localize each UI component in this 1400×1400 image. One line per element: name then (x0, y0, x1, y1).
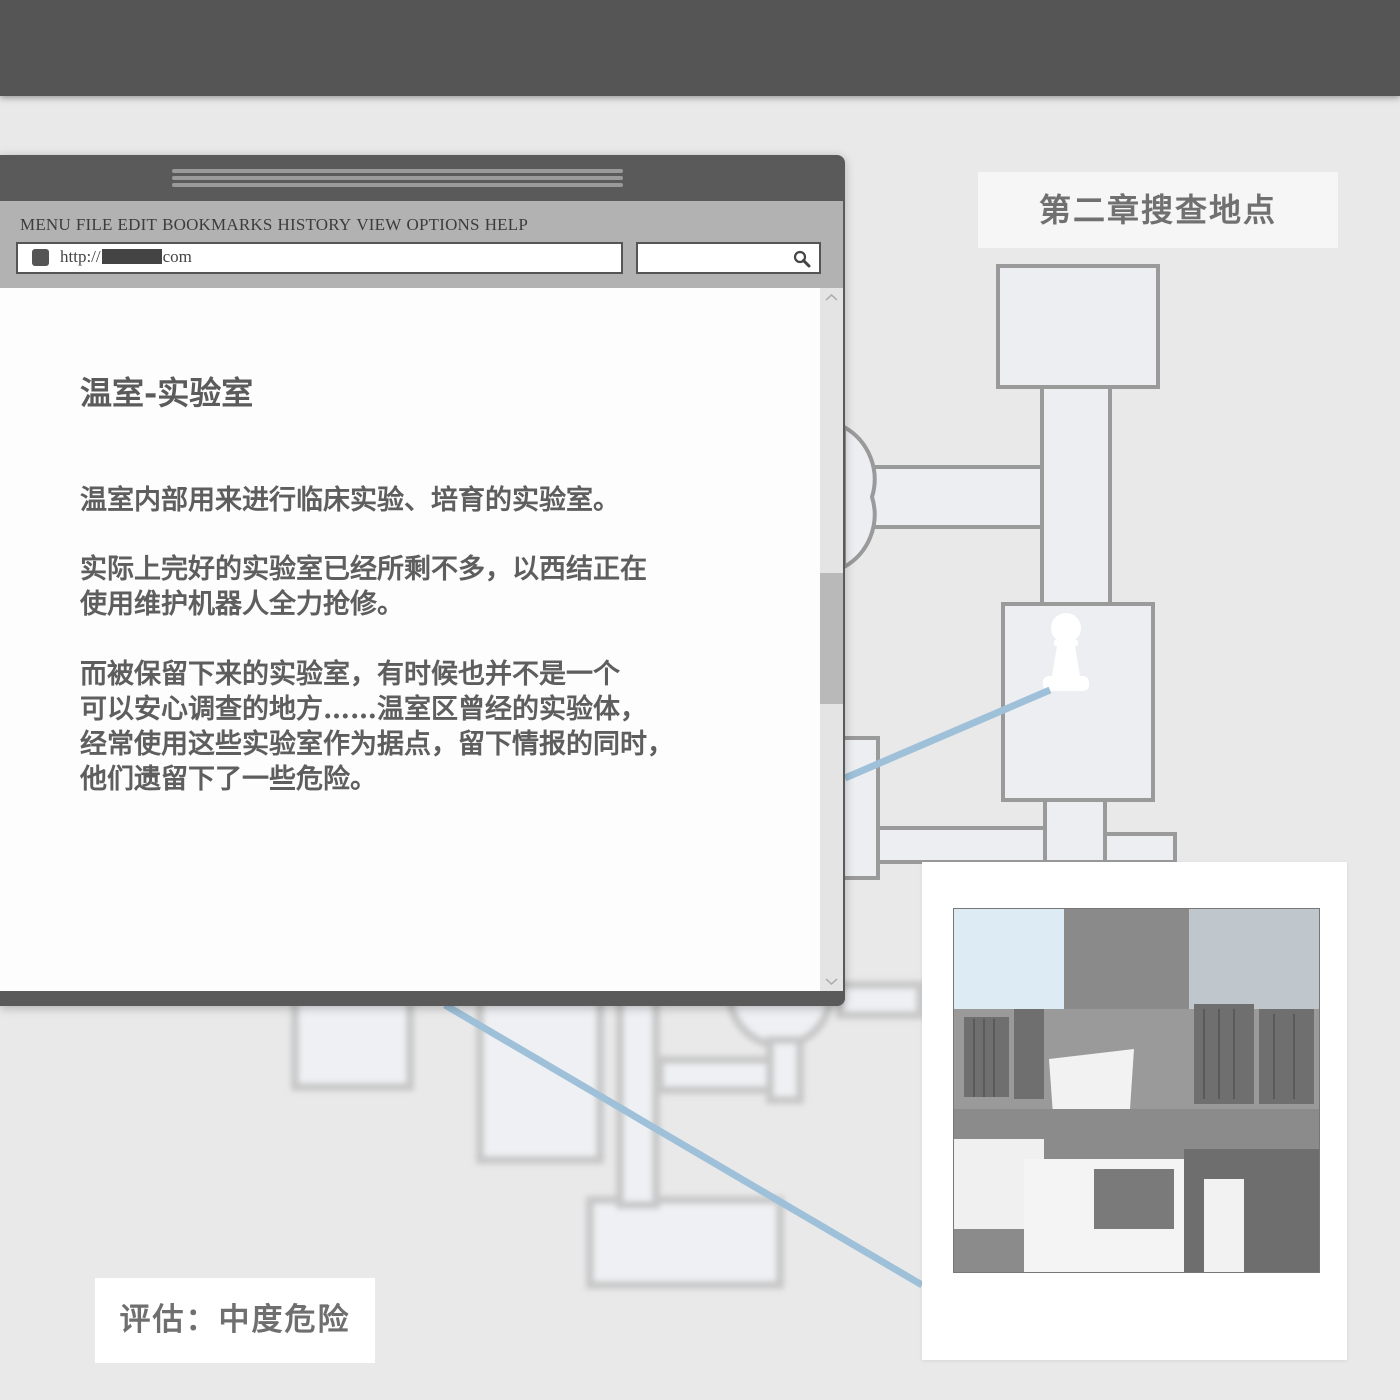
url-suffix: com (162, 247, 192, 266)
paragraph-line: 温室内部用来进行临床实验、培育的实验室。 (80, 485, 620, 516)
site-icon (32, 249, 49, 266)
scrollbar[interactable] (820, 288, 843, 991)
assessment-label: 评估：中度危险 (119, 1302, 351, 1338)
browser-window: MENU FILE EDIT BOOKMARKS HISTORY VIEW OPTIONS H… (0, 155, 845, 1006)
url-redaction (101, 249, 162, 264)
paragraph-line: 使用维护机器人全力抢修。 (80, 589, 404, 620)
paragraph: 温室内部用来进行临床实验、培育的实验室。 (80, 483, 620, 518)
address-bar[interactable]: http:// com (16, 242, 623, 274)
paragraph-line: 实际上完好的实验室已经所剩不多，以西结正在 (80, 554, 647, 585)
scroll-down-icon[interactable] (820, 971, 843, 991)
menu-item-bookmarks[interactable]: BOOKMARKS (162, 215, 272, 234)
menu-item-file[interactable]: FILE (76, 215, 113, 234)
assessment-card: 评估：中度危险 (95, 1278, 375, 1363)
url-text: http:// com (60, 247, 192, 267)
menu-item-help[interactable]: HELP (485, 215, 528, 234)
search-icon[interactable] (793, 250, 811, 268)
menu-item-view[interactable]: VIEW (356, 215, 401, 234)
map-rooms (841, 264, 1177, 880)
search-input[interactable] (636, 242, 821, 274)
map-rooms-blurred (291, 981, 924, 1289)
grip-line (172, 183, 623, 187)
title-bar[interactable] (0, 155, 845, 201)
paragraph: 实际上完好的实验室已经所剩不多，以西结正在 使用维护机器人全力抢修。 (80, 552, 647, 622)
scroll-thumb[interactable] (820, 573, 843, 704)
menu-item-menu[interactable]: MENU (20, 215, 71, 234)
page-content: 温室-实验室 温室内部用来进行临床实验、培育的实验室。 实际上完好的实验室已经所… (0, 288, 820, 991)
page-title: 温室-实验室 (80, 374, 254, 412)
chapter-location-card: 第二章搜查地点 (978, 172, 1338, 248)
scroll-up-icon[interactable] (820, 288, 843, 308)
url-prefix: http:// (60, 247, 101, 266)
paragraph-line: 他们遗留下了一些危险。 (80, 764, 377, 795)
chapter-title: 第二章搜查地点 (1038, 191, 1277, 229)
window-bottom-bar (0, 991, 845, 1006)
menu-item-edit[interactable]: EDIT (118, 215, 158, 234)
grip-line (172, 176, 623, 180)
photo-card (922, 862, 1347, 1360)
menu-item-options[interactable]: OPTIONS (407, 215, 480, 234)
browser-toolbar: MENU FILE EDIT BOOKMARKS HISTORY VIEW OPTIONS H… (0, 201, 843, 288)
paragraph-line: 经常使用这些实验室作为据点，留下情报的同时， (80, 729, 674, 760)
paragraph-line: 可以安心调查的地方……温室区曾经的实验体， (80, 694, 647, 725)
lab-photo (953, 908, 1320, 1273)
paragraph-line: 而被保留下来的实验室，有时候也并不是一个 (80, 659, 620, 690)
menu-bar: MENU FILE EDIT BOOKMARKS HISTORY VIEW OPTIONS H… (20, 215, 533, 235)
menu-item-history[interactable]: HISTORY (278, 215, 352, 234)
grip-line (172, 169, 623, 173)
paragraph: 而被保留下来的实验室，有时候也并不是一个 可以安心调查的地方……温室区曾经的实验… (80, 657, 674, 797)
